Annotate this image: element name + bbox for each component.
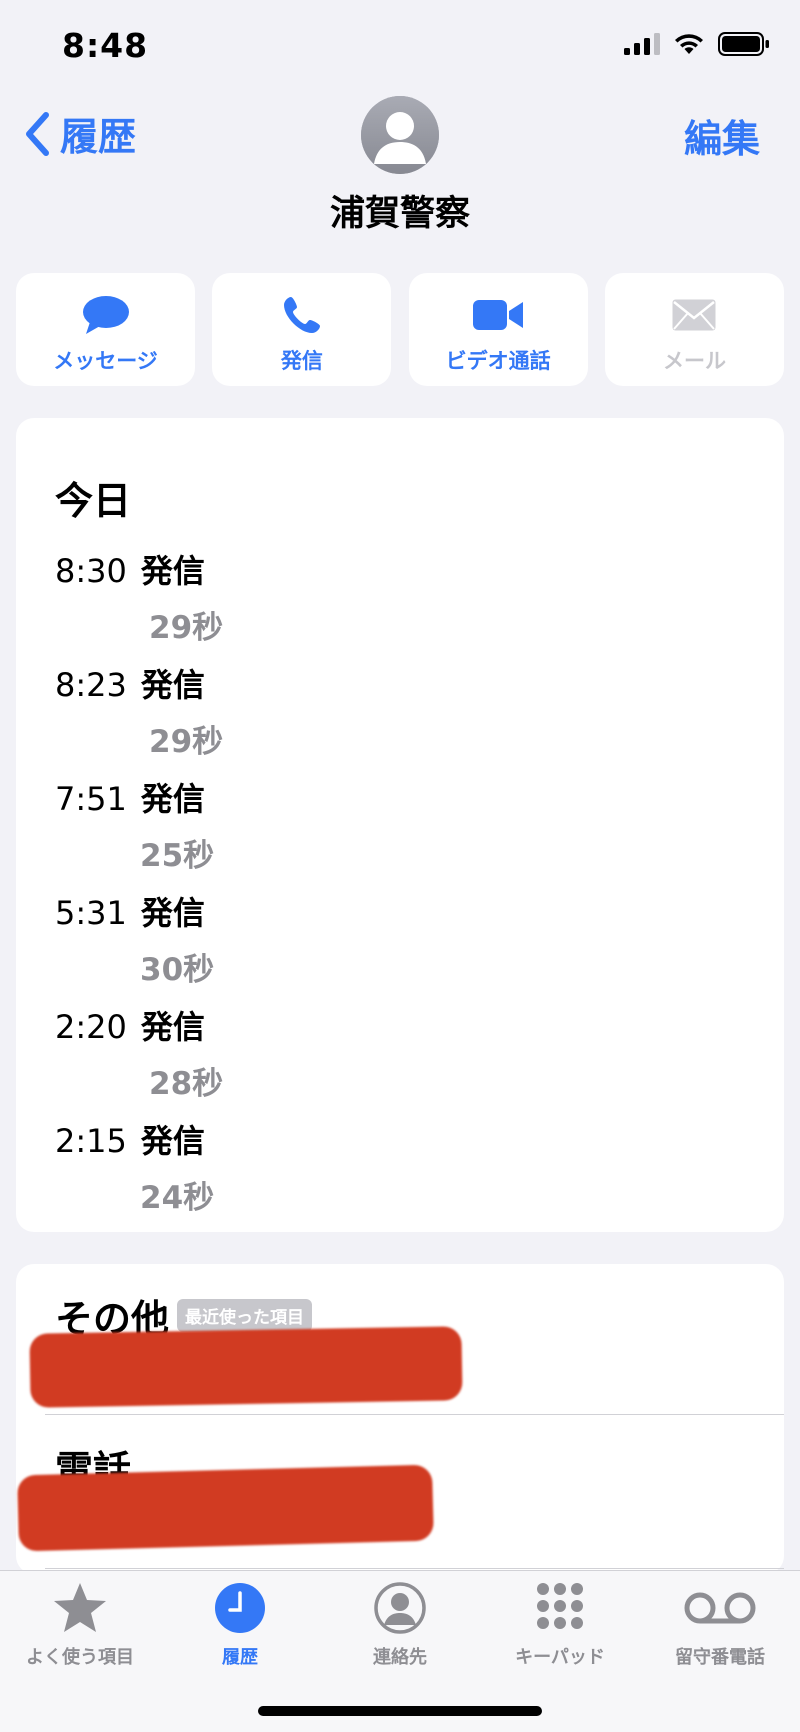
entry-duration: 28秒 <box>149 1066 224 1102</box>
entry-time: 2:20 <box>55 1008 127 1046</box>
chevron-left-icon <box>26 111 49 156</box>
person-circle-icon <box>374 1582 426 1634</box>
clock-icon <box>215 1583 265 1633</box>
mail-label: メール <box>662 349 726 373</box>
message-button[interactable]: メッセージ <box>16 273 195 386</box>
voicemail-icon <box>684 1592 756 1624</box>
entry-kind: 発信 <box>140 1008 205 1046</box>
call-button[interactable]: 発信 <box>212 273 392 386</box>
call-history-card: 今日 8:30 発信 29秒 8:23 発信 29秒 7:51 発信 25秒 5:31… <box>16 418 784 1232</box>
entry-duration: 24秒 <box>140 1180 215 1216</box>
tab-voicemail[interactable]: 留守番電話 <box>640 1581 800 1669</box>
edit-button[interactable]: 編集 <box>684 108 760 163</box>
tab-favorites[interactable]: よく使う項目 <box>0 1581 160 1669</box>
battery-icon <box>718 32 769 56</box>
history-entry: 2:15 発信 24秒 <box>55 1116 214 1217</box>
back-button[interactable]: 履歴 <box>24 106 136 161</box>
divider <box>45 1414 784 1415</box>
message-label: メッセージ <box>53 349 158 373</box>
call-label: 発信 <box>280 349 323 373</box>
entry-kind: 発信 <box>140 666 205 704</box>
back-label: 履歴 <box>60 115 137 159</box>
entry-kind: 発信 <box>140 1122 205 1160</box>
redaction-mark <box>17 1464 434 1552</box>
entry-time: 5:31 <box>55 894 127 932</box>
keypad-icon <box>537 1583 583 1629</box>
signal-icon <box>624 33 660 55</box>
status-icons <box>624 32 770 56</box>
entry-duration: 25秒 <box>140 838 215 874</box>
entry-duration: 29秒 <box>149 724 224 760</box>
status-time: 8:48 <box>62 26 149 65</box>
contact-info-card: その他 最近使った項目 電話 <box>16 1264 784 1574</box>
tab-keypad[interactable]: キーパッド <box>480 1581 640 1669</box>
avatar <box>361 96 439 174</box>
entry-kind: 発信 <box>140 780 205 818</box>
entry-kind: 発信 <box>140 552 205 590</box>
video-icon <box>473 300 524 330</box>
recent-badge: 最近使った項目 <box>177 1299 313 1332</box>
tab-label: 連絡先 <box>373 1647 427 1668</box>
entry-time: 7:51 <box>55 780 127 818</box>
video-call-button[interactable]: ビデオ通話 <box>408 273 588 386</box>
wifi-icon <box>675 34 703 54</box>
contact-name: 浦賀警察 <box>329 194 470 234</box>
video-call-label: ビデオ通話 <box>445 349 551 373</box>
tab-label: キーパッド <box>515 1647 605 1668</box>
tab-contacts[interactable]: 連絡先 <box>320 1581 480 1669</box>
history-entry: 7:51 発信 25秒 <box>55 774 214 875</box>
tab-label: 履歴 <box>222 1647 258 1668</box>
tab-recents[interactable]: 履歴 <box>160 1581 320 1669</box>
message-bubble-icon <box>82 296 129 334</box>
entry-kind: 発信 <box>140 894 205 932</box>
mail-button[interactable]: メール <box>604 273 784 386</box>
history-section-title: 今日 <box>55 479 132 523</box>
history-entry: 8:30 発信 29秒 <box>55 546 223 647</box>
envelope-icon <box>672 299 716 331</box>
entry-duration: 29秒 <box>149 610 224 646</box>
tab-label: よく使う項目 <box>26 1647 134 1668</box>
person-silhouette-icon <box>361 96 439 174</box>
star-icon <box>54 1583 106 1632</box>
phone-icon <box>283 297 320 333</box>
action-buttons: メッセージ 発信 ビデオ通話 メール <box>16 273 784 386</box>
entry-duration: 30秒 <box>140 952 215 988</box>
redaction-mark <box>29 1326 463 1408</box>
entry-time: 8:30 <box>55 552 127 590</box>
divider <box>45 1568 784 1569</box>
history-entry: 8:23 発信 29秒 <box>55 660 223 761</box>
entry-time: 2:15 <box>55 1122 127 1160</box>
history-entry: 5:31 発信 30秒 <box>55 888 214 989</box>
history-entry: 2:20 発信 28秒 <box>55 1002 223 1103</box>
home-indicator[interactable] <box>258 1706 542 1716</box>
entry-time: 8:23 <box>55 666 127 704</box>
tab-label: 留守番電話 <box>675 1647 765 1668</box>
